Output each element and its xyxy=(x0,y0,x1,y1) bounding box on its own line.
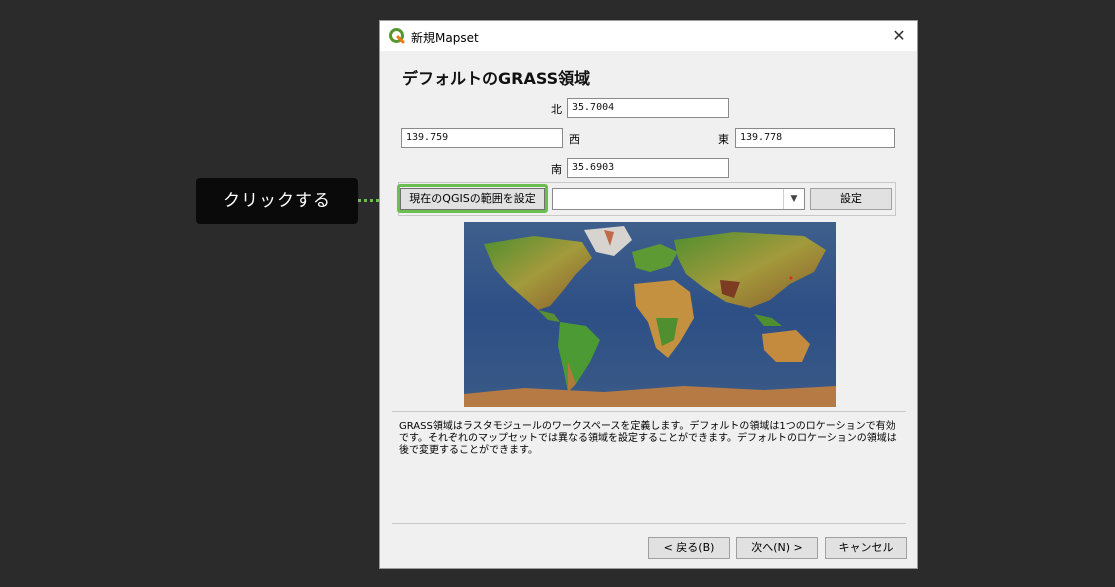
east-label: 東 xyxy=(718,133,729,146)
page-title: デフォルトのGRASS領域 xyxy=(402,69,591,88)
close-icon[interactable]: ✕ xyxy=(887,24,911,48)
title-bar: 新規Mapset ✕ xyxy=(380,21,917,51)
set-button[interactable]: 設定 xyxy=(810,188,892,210)
west-label: 西 xyxy=(569,133,580,146)
north-field[interactable]: 35.7004 xyxy=(567,98,729,118)
south-field[interactable]: 35.6903 xyxy=(567,158,729,178)
east-field[interactable]: 139.778 xyxy=(735,128,895,148)
chevron-down-icon[interactable]: ▼ xyxy=(783,189,804,209)
back-button[interactable]: < 戻る(B) xyxy=(648,537,730,559)
footer-separator xyxy=(392,523,906,524)
window-title: 新規Mapset xyxy=(411,31,479,45)
highlight-frame xyxy=(397,184,548,213)
north-label: 北 xyxy=(551,103,562,116)
next-button[interactable]: 次へ(N) > xyxy=(736,537,818,559)
south-label: 南 xyxy=(551,163,562,176)
extent-combo[interactable]: ▼ xyxy=(552,188,805,210)
instruction-callout: クリックする xyxy=(196,178,358,224)
description-text: GRASS領域はラスタモジュールのワークスペースを定義します。デフォルトの領域は… xyxy=(399,421,897,456)
new-mapset-dialog: 新規Mapset ✕ デフォルトのGRASS領域 北 35.7004 139.7… xyxy=(379,20,918,569)
qgis-logo-icon xyxy=(389,28,405,44)
separator xyxy=(392,411,906,412)
world-map[interactable] xyxy=(464,222,836,407)
cancel-button[interactable]: キャンセル xyxy=(825,537,907,559)
west-field[interactable]: 139.759 xyxy=(401,128,563,148)
